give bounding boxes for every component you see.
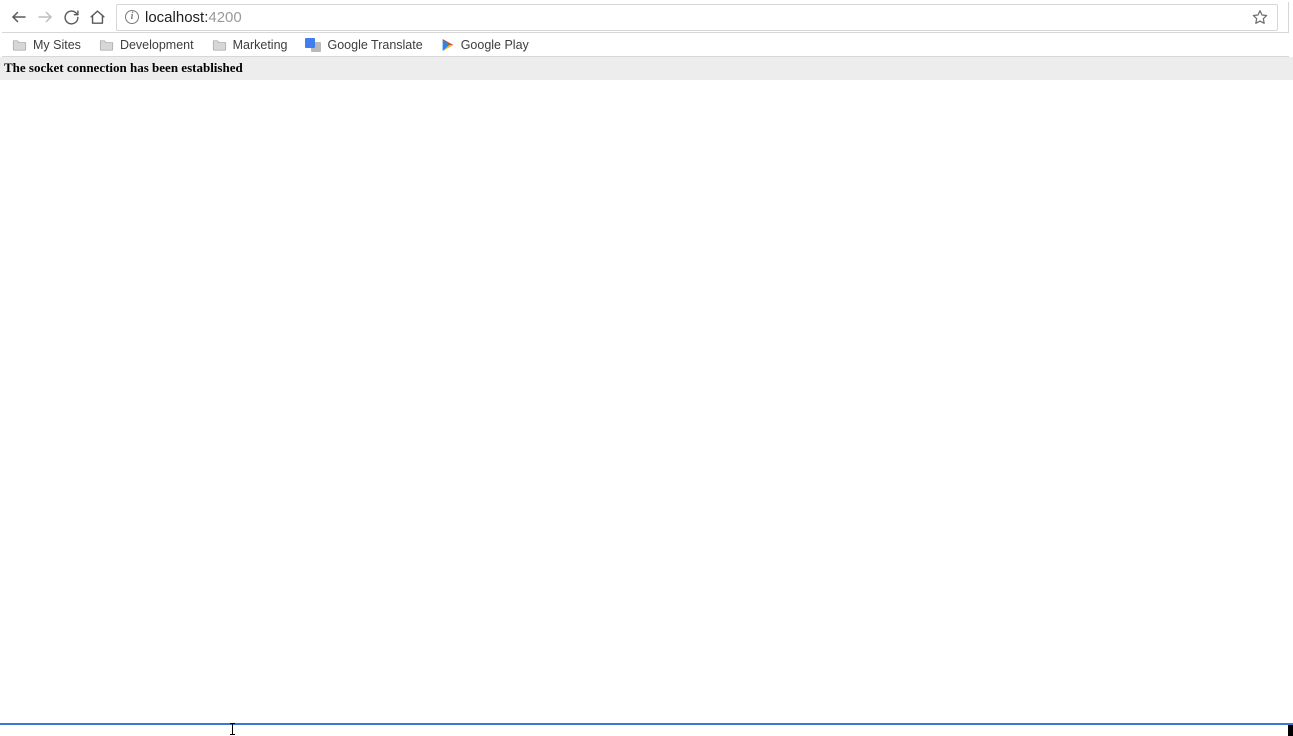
home-button[interactable] [86,6,108,28]
url-text: localhost:4200 [145,9,1245,26]
bookmark-label: My Sites [33,38,81,52]
forward-button [34,6,56,28]
reload-icon [63,9,80,26]
socket-status-message: The socket connection has been establish… [0,57,1293,80]
text-caret-icon [232,723,233,735]
reload-button[interactable] [60,6,82,28]
bookmark-label: Google Play [461,38,529,52]
bookmark-marketing[interactable]: Marketing [210,36,290,54]
folder-icon [12,38,27,51]
bookmark-label: Google Translate [327,38,422,52]
google-play-icon [441,38,455,52]
folder-icon [212,38,227,51]
home-icon [89,9,106,26]
url-host: localhost: [145,9,208,26]
bookmarks-bar: My Sites Development Marketing Google Tr… [2,33,1289,57]
bookmark-google-translate[interactable]: Google Translate [303,35,424,55]
bookmark-star-button[interactable] [1251,8,1269,26]
page-content: The socket connection has been establish… [0,57,1293,80]
back-button[interactable] [8,6,30,28]
bookmark-my-sites[interactable]: My Sites [10,36,83,54]
arrow-right-icon [36,8,54,26]
google-translate-icon [305,37,321,53]
arrow-left-icon [10,8,28,26]
window-bottom-border [0,723,1293,736]
bookmark-label: Marketing [233,38,288,52]
bookmark-development[interactable]: Development [97,36,196,54]
bottom-right-block [1288,725,1293,736]
bookmark-label: Development [120,38,194,52]
folder-icon [99,38,114,51]
site-info-icon[interactable]: i [125,10,139,24]
browser-toolbar: i localhost:4200 [2,2,1289,33]
star-icon [1252,9,1268,25]
bookmark-google-play[interactable]: Google Play [439,36,531,54]
address-bar[interactable]: i localhost:4200 [116,4,1278,31]
url-port: 4200 [208,9,241,26]
